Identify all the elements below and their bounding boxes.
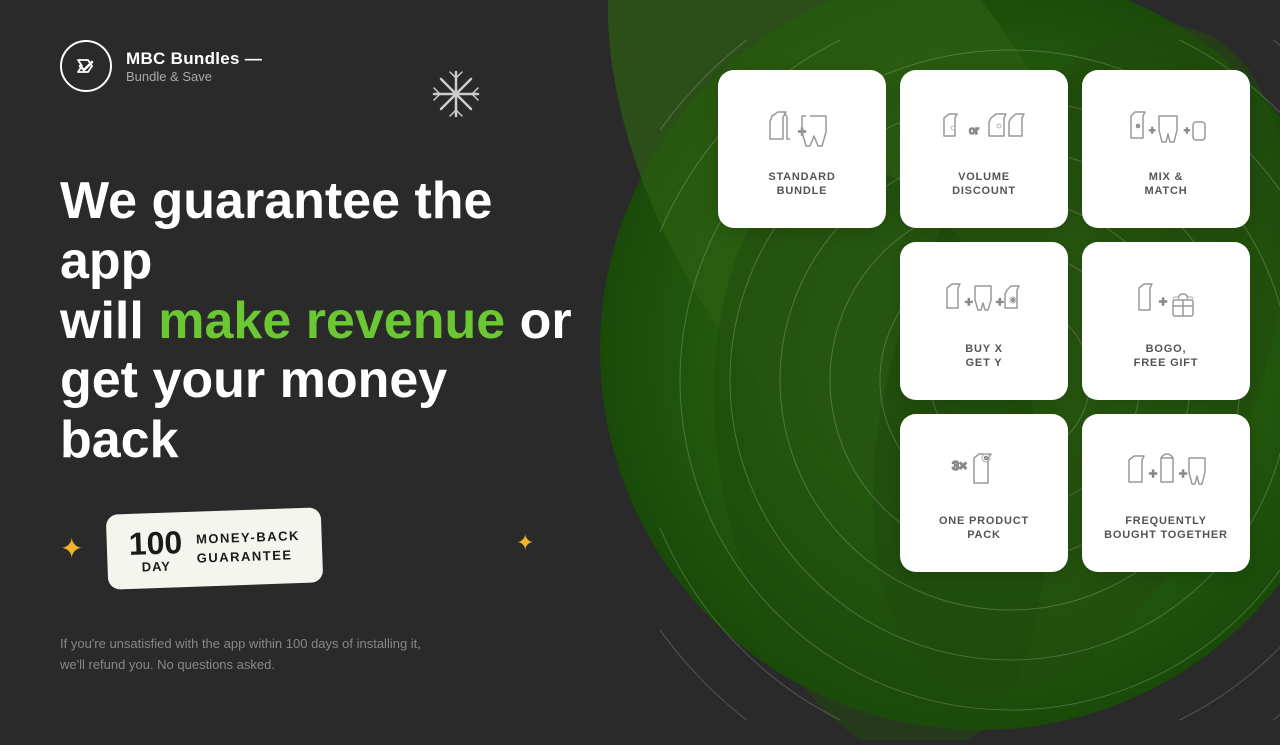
disclaimer: If you're unsatisfied with the app withi… [60,634,500,676]
bogo-free-gift-icon: + [1131,276,1201,332]
standard-bundle-label: STANDARDBUNDLE [768,170,835,199]
mix-match-label: MIX &MATCH [1145,170,1188,199]
guarantee-days: 100 DAY [129,526,184,575]
headline-green: make revenue [158,292,505,350]
logo-tagline: Bundle & Save [126,69,262,84]
card-volume-discount[interactable]: or VOLUMEDISCOUNT [900,70,1068,228]
cards-row-1: + STANDARDBUNDLE or [690,70,1250,228]
svg-text:+: + [1179,465,1187,481]
cards-row-2: + + BUY XGET Y [690,242,1250,400]
logo-name: MBC Bundles — [126,49,262,69]
svg-text:or: or [969,125,979,137]
frequently-bought-together-label: FREQUENTLYBOUGHT TOGETHER [1104,514,1228,543]
card-mix-match[interactable]: + + MIX &MATCH [1082,70,1250,228]
svg-text:+: + [1159,293,1167,309]
standard-bundle-icon: + [762,104,842,160]
frequently-bought-together-icon: + + [1121,448,1211,504]
snowflake-icon [430,68,482,125]
star-icon-left: ✦ [60,532,83,565]
bogo-free-gift-label: BOGO,FREE GIFT [1134,342,1199,371]
headline-line3: get your money back [60,351,447,469]
guarantee-number: 100 [129,526,183,560]
guarantee-text: MONEY-BACK GUARANTEE [196,527,301,567]
headline-line1: We guarantee the app [60,172,492,290]
mix-match-icon: + + [1121,104,1211,160]
card-one-product-pack[interactable]: 3× ONE PRODUCTPACK [900,414,1068,572]
right-panel: + STANDARDBUNDLE or [690,70,1250,572]
logo-row: MBC Bundles — Bundle & Save [60,40,580,92]
logo-circle [60,40,112,92]
card-buy-x-get-y[interactable]: + + BUY XGET Y [900,242,1068,400]
svg-text:+: + [996,294,1004,309]
star-icon-right: ✦ [516,530,534,556]
card-standard-bundle[interactable]: + STANDARDBUNDLE [718,70,886,228]
card-frequently-bought-together[interactable]: + + FREQUENTLYBOUGHT TOGETHER [1082,414,1250,572]
headline: We guarantee the app will make revenue o… [60,172,580,471]
svg-text:+: + [965,294,973,309]
one-product-pack-label: ONE PRODUCTPACK [939,514,1029,543]
volume-discount-icon: or [939,104,1029,160]
card-bogo-free-gift[interactable]: + BOGO,FREE GIFT [1082,242,1250,400]
logo-text: MBC Bundles — Bundle & Save [126,49,262,84]
headline-line2-plain: will [60,292,158,350]
svg-text:+: + [1149,125,1155,137]
guarantee-row: ✦ 100 DAY MONEY-BACK GUARANTEE [60,511,580,586]
volume-discount-label: VOLUMEDISCOUNT [952,170,1016,199]
svg-text:3×: 3× [952,458,967,473]
guarantee-badge: 100 DAY MONEY-BACK GUARANTEE [106,507,324,589]
svg-text:+: + [1149,465,1157,481]
buy-x-get-y-label: BUY XGET Y [965,342,1002,371]
buy-x-get-y-icon: + + [939,276,1029,332]
one-product-pack-icon: 3× [948,448,1020,504]
headline-line2-end: or [505,292,571,350]
left-panel: MBC Bundles — Bundle & Save We guarantee… [0,0,640,720]
svg-text:+: + [1184,126,1190,137]
cards-row-3: 3× ONE PRODUCTPACK + [690,414,1250,572]
